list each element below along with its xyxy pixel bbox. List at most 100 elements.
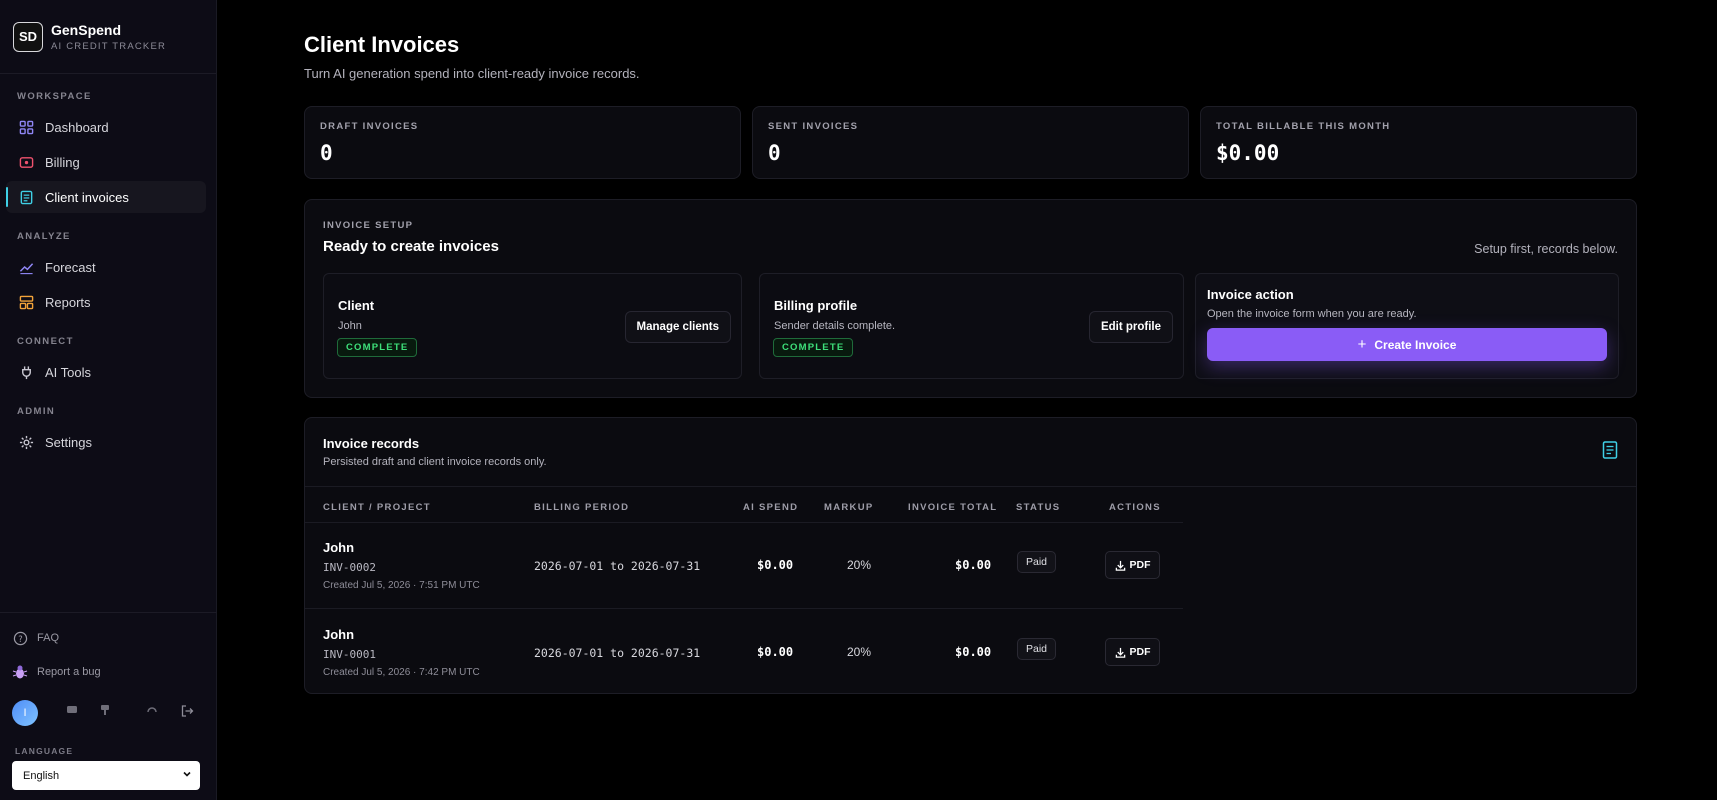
pdf-button[interactable]: PDF: [1105, 638, 1160, 666]
column-header-markup: MARKUP: [824, 502, 874, 513]
page-title: Client Invoices: [304, 32, 460, 57]
row-ai-spend: $0.00: [757, 645, 794, 659]
help-circle-icon: ?: [12, 630, 28, 646]
stat-card-draft: DRAFT INVOICES 0: [304, 106, 741, 179]
billing-profile-title: Billing profile: [774, 298, 858, 313]
brand[interactable]: SD GenSpend AI CREDIT TRACKER: [0, 0, 216, 74]
client-setup-card: Client John COMPLETE Manage clients: [323, 273, 742, 379]
sidebar-item-client-invoices[interactable]: Client invoices: [6, 181, 206, 213]
sidebar: SD GenSpend AI CREDIT TRACKER WORKSPACE …: [0, 0, 217, 800]
section-workspace: WORKSPACE: [17, 91, 92, 102]
edit-profile-button[interactable]: Edit profile: [1088, 311, 1173, 343]
column-header-actions: ACTIONS: [1109, 502, 1161, 513]
setup-title: Ready to create invoices: [323, 238, 499, 255]
report-bug-link[interactable]: Report a bug: [12, 664, 101, 680]
sidebar-item-reports[interactable]: Reports: [6, 286, 206, 318]
sidebar-item-forecast[interactable]: Forecast: [6, 251, 206, 283]
language-select[interactable]: English: [12, 761, 200, 790]
language-value: English: [23, 769, 60, 782]
status-badge: Paid: [1017, 551, 1057, 573]
app-name: GenSpend: [51, 21, 122, 38]
faq-link[interactable]: ? FAQ: [12, 630, 59, 646]
document-icon: [18, 189, 34, 205]
row-markup: 20%: [847, 558, 872, 572]
sidebar-item-label: Client invoices: [45, 189, 129, 205]
grid-icon: [18, 119, 34, 135]
plug-icon: [18, 364, 34, 380]
sidebar-item-label: Billing: [45, 154, 80, 170]
row-total: $0.00: [955, 645, 992, 659]
layout-icon: [18, 294, 34, 310]
stat-card-sent: SENT INVOICES 0: [752, 106, 1189, 179]
records-subtitle: Persisted draft and client invoice recor…: [323, 456, 547, 468]
sidebar-item-label: Forecast: [45, 259, 96, 275]
sidebar-item-label: Dashboard: [45, 119, 109, 135]
faq-label: FAQ: [37, 632, 60, 644]
row-created: Created Jul 5, 2026 · 7:42 PM UTC: [323, 667, 480, 678]
document-icon[interactable]: [1602, 441, 1618, 464]
sidebar-item-label: Settings: [45, 434, 92, 450]
row-invoice-id: INV-0002: [323, 561, 376, 574]
stat-card-total-billable: TOTAL BILLABLE THIS MONTH $0.00: [1200, 106, 1637, 179]
stat-label: SENT INVOICES: [768, 121, 859, 132]
records-divider: [305, 486, 1636, 487]
setup-hint: Setup first, records below.: [1474, 242, 1618, 256]
pdf-label: PDF: [1129, 646, 1151, 658]
create-invoice-button[interactable]: + Create Invoice: [1207, 328, 1607, 361]
column-header-client: CLIENT / PROJECT: [323, 502, 431, 513]
status-badge: COMPLETE: [337, 338, 418, 357]
paint-icon[interactable]: [99, 704, 111, 719]
language-label: LANGUAGE: [15, 746, 74, 756]
logout-icon[interactable]: [180, 704, 194, 721]
sidebar-item-billing[interactable]: Billing: [6, 146, 206, 178]
chevron-down-icon: [182, 769, 192, 782]
billing-icon: [18, 154, 34, 170]
trend-icon: [18, 259, 34, 275]
sidebar-footer-divider: [0, 612, 217, 613]
column-header-ai-spend: AI SPEND: [743, 502, 799, 513]
invoice-records-panel: Invoice records Persisted draft and clie…: [304, 417, 1637, 694]
row-created: Created Jul 5, 2026 · 7:51 PM UTC: [323, 580, 480, 591]
create-invoice-label: Create Invoice: [1374, 337, 1457, 352]
app-tagline: AI CREDIT TRACKER: [51, 40, 167, 52]
stat-value: $0.00: [1216, 141, 1280, 165]
column-header-invoice-total: INVOICE TOTAL: [908, 502, 998, 513]
plus-icon: +: [1357, 336, 1367, 353]
row-period: 2026-07-01 to 2026-07-31: [534, 559, 701, 573]
section-analyze: ANALYZE: [17, 231, 71, 242]
sidebar-item-settings[interactable]: Settings: [6, 426, 206, 458]
billing-profile-card: Billing profile Sender details complete.…: [759, 273, 1184, 379]
row-client: John: [323, 540, 355, 555]
sidebar-item-label: Reports: [45, 294, 91, 310]
svg-text:?: ?: [18, 633, 22, 643]
message-icon[interactable]: [66, 704, 78, 719]
row-invoice-id: INV-0001: [323, 648, 376, 661]
stat-value: 0: [768, 141, 781, 165]
avatar[interactable]: I: [12, 700, 38, 726]
sidebar-item-label: AI Tools: [45, 364, 92, 380]
stat-value: 0: [320, 141, 333, 165]
pdf-button[interactable]: PDF: [1105, 551, 1160, 579]
stat-label: TOTAL BILLABLE THIS MONTH: [1216, 121, 1391, 132]
gear-icon: [18, 434, 34, 450]
pdf-label: PDF: [1129, 559, 1151, 571]
invoice-action-text: Open the invoice form when you are ready…: [1207, 308, 1417, 320]
sidebar-item-ai-tools[interactable]: AI Tools: [6, 356, 206, 388]
billing-profile-value: Sender details complete.: [774, 320, 896, 332]
row-divider: [305, 608, 1183, 609]
page-subtitle: Turn AI generation spend into client-rea…: [304, 66, 640, 81]
column-header-status: STATUS: [1016, 502, 1061, 513]
stat-label: DRAFT INVOICES: [320, 121, 419, 132]
theme-toggle-icon[interactable]: [146, 704, 158, 719]
app-logo: SD: [13, 21, 43, 52]
status-badge: Paid: [1017, 638, 1057, 660]
row-ai-spend: $0.00: [757, 558, 794, 572]
sidebar-item-dashboard[interactable]: Dashboard: [6, 111, 206, 143]
status-badge: COMPLETE: [773, 338, 854, 357]
column-header-period: BILLING PERIOD: [534, 502, 630, 513]
setup-kicker: INVOICE SETUP: [323, 220, 414, 231]
manage-clients-button[interactable]: Manage clients: [624, 311, 731, 343]
row-period: 2026-07-01 to 2026-07-31: [534, 646, 701, 660]
section-admin: ADMIN: [17, 406, 56, 417]
download-icon: [1115, 560, 1125, 571]
